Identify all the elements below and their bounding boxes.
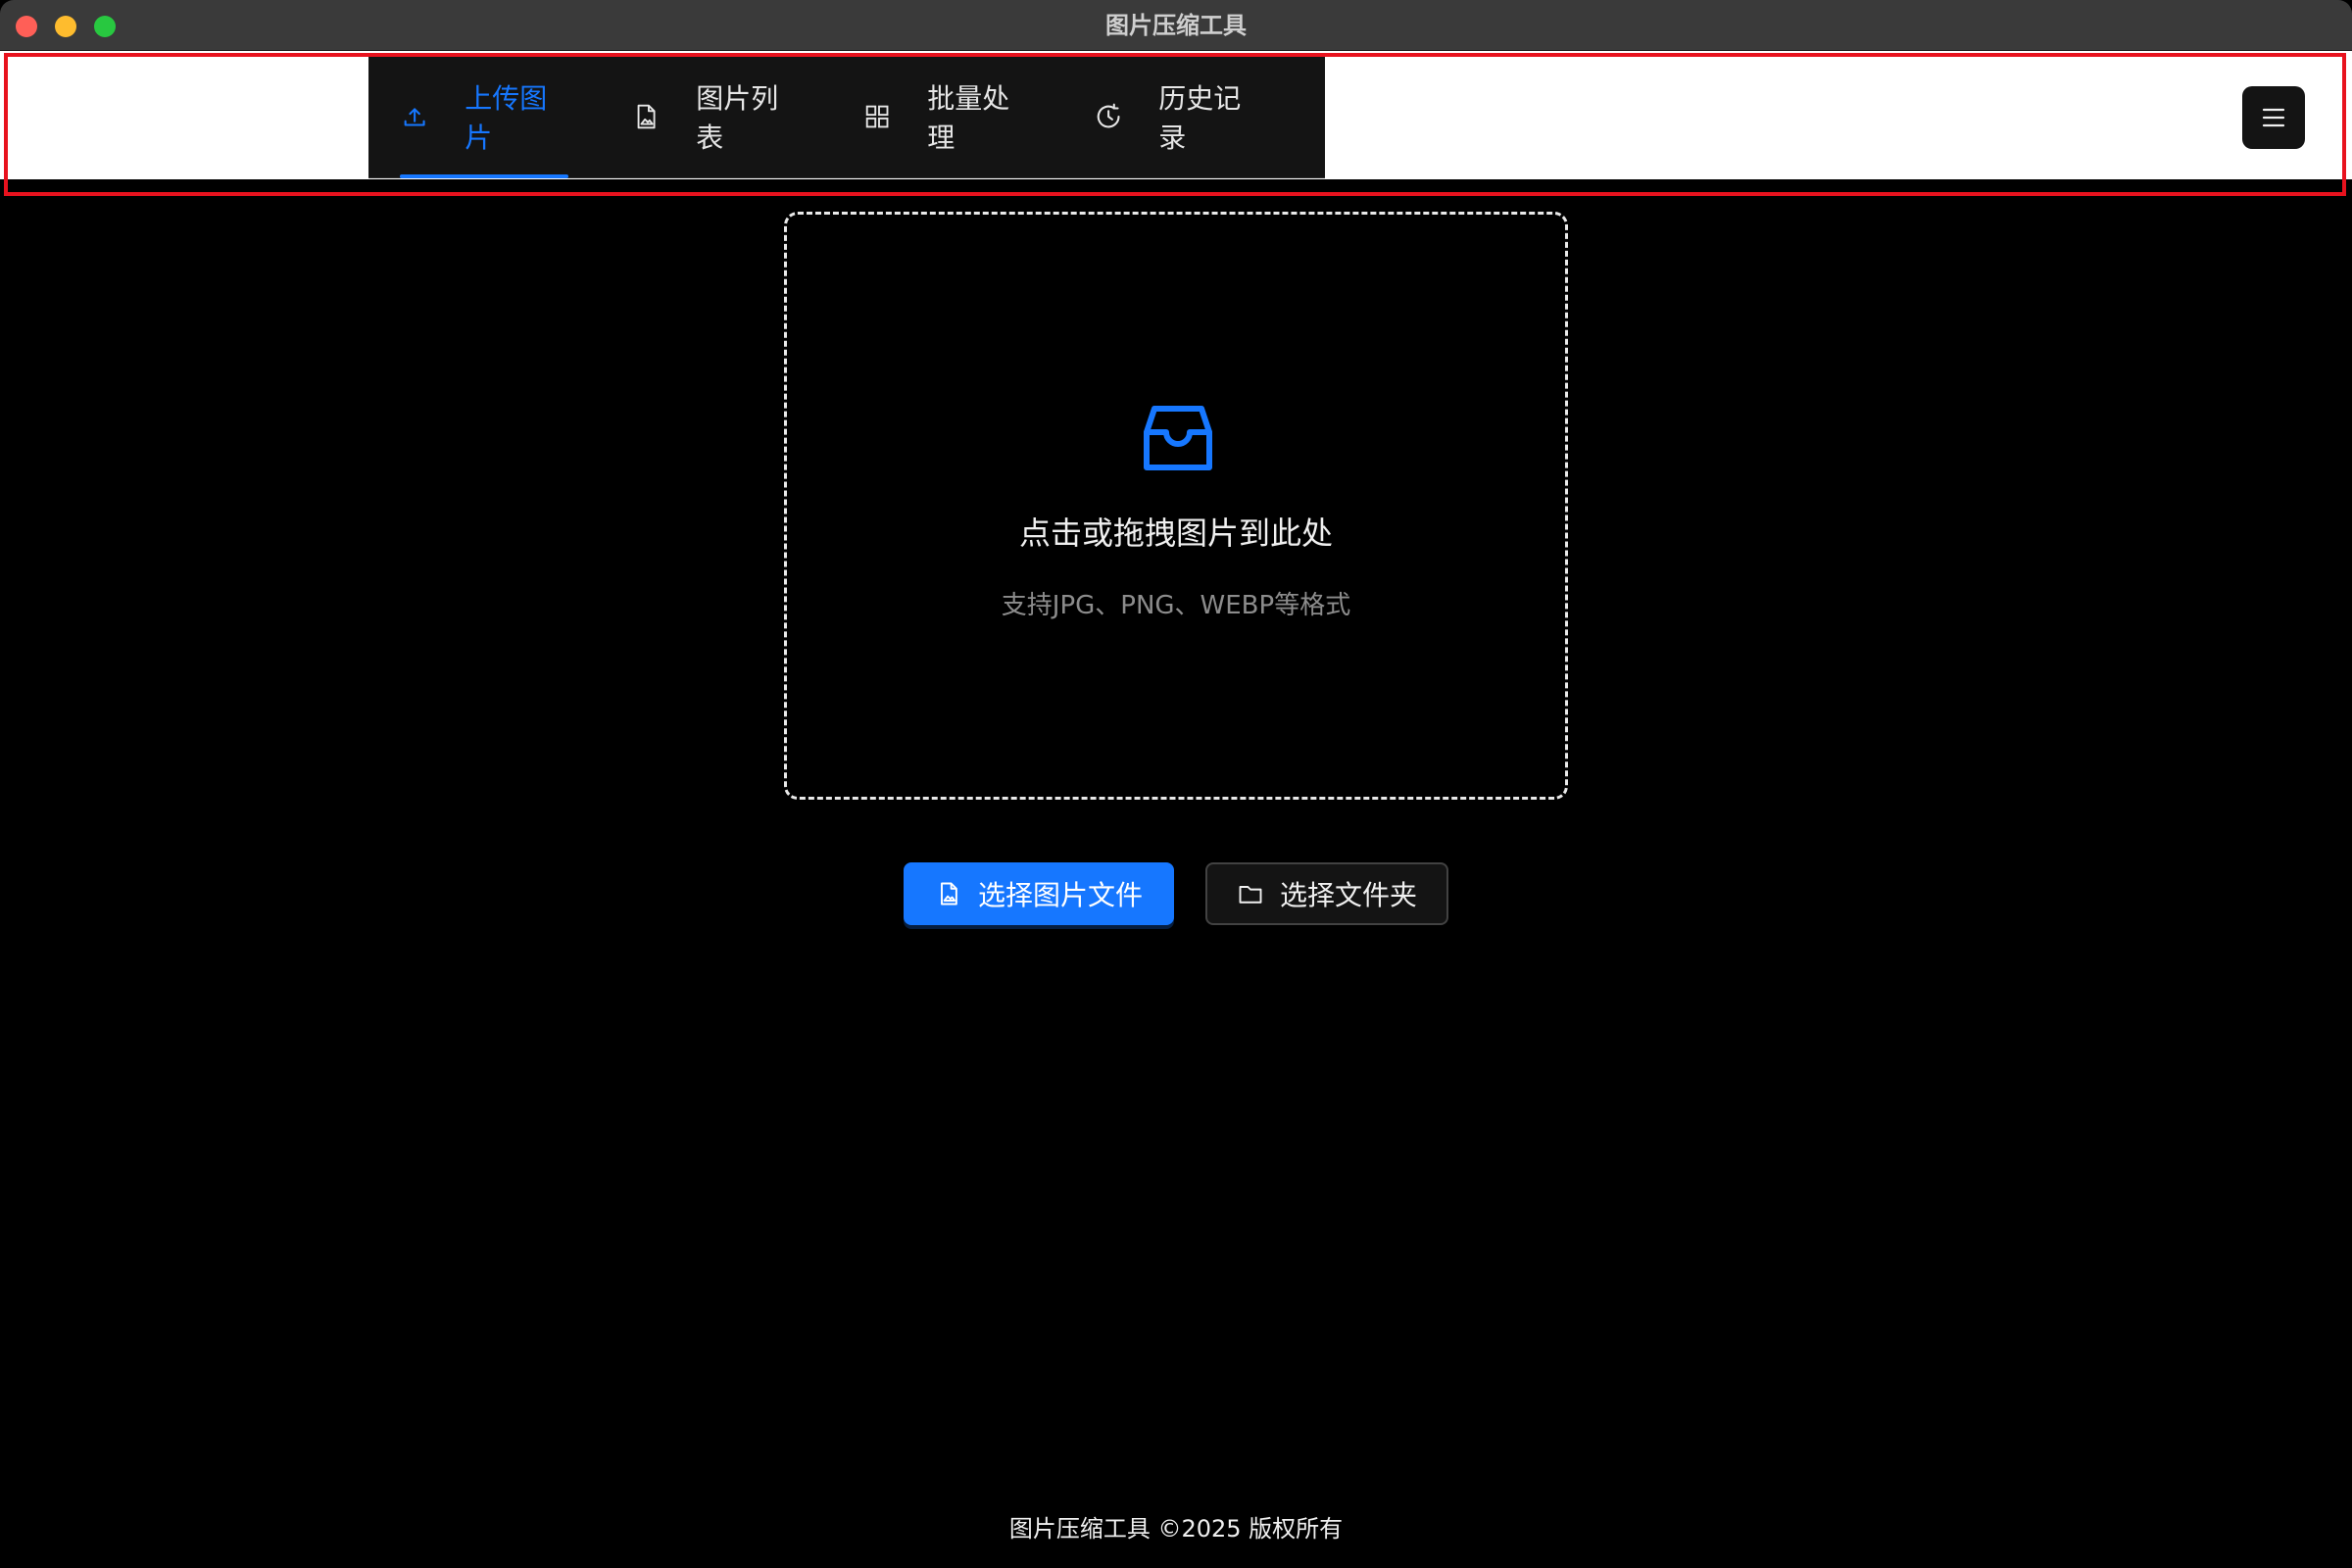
tab-history[interactable]: 历史记录 — [1094, 55, 1262, 177]
tab-label: 图片列表 — [696, 81, 779, 154]
inbox-icon — [1144, 406, 1212, 470]
tab-label: 历史记录 — [1158, 81, 1242, 154]
title-bar: 图片压缩工具 — [0, 0, 2352, 51]
grid-icon — [865, 105, 889, 127]
button-label: 选择文件夹 — [1279, 879, 1417, 911]
tab-label: 批量处理 — [927, 81, 1010, 154]
dropzone-title: 点击或拖拽图片到此处 — [1018, 514, 1333, 552]
upload-dropzone[interactable]: 点击或拖拽图片到此处 支持JPG、PNG、WEBP等格式 — [784, 212, 1568, 800]
tab-batch-processing[interactable]: 批量处理 — [862, 55, 1031, 177]
dropzone-hint: 支持JPG、PNG、WEBP等格式 — [1001, 591, 1351, 620]
select-image-files-button[interactable]: 选择图片文件 — [904, 862, 1174, 925]
tab-label: 上传图片 — [465, 81, 548, 154]
history-icon — [1097, 103, 1120, 127]
window-title: 图片压缩工具 — [1105, 12, 1247, 39]
footer-copyright: 图片压缩工具 ©2025 版权所有 — [1008, 1515, 1344, 1543]
select-folder-button[interactable]: 选择文件夹 — [1205, 862, 1448, 925]
upload-icon — [404, 107, 425, 126]
menu-button[interactable] — [2242, 86, 2305, 149]
tab-upload-images[interactable]: 上传图片 — [400, 55, 568, 178]
image-file-icon — [637, 104, 656, 128]
folder-icon — [1239, 886, 1262, 904]
hamburger-menu-icon — [2262, 108, 2285, 127]
app-window: 图片压缩工具 上传图片 图片列表 批量处理 历史记录 点击或拖拽图片到此处 支持… — [0, 0, 2352, 1568]
image-file-icon — [941, 882, 957, 906]
main-nav: 上传图片 图片列表 批量处理 历史记录 — [368, 55, 1325, 178]
button-label: 选择图片文件 — [977, 879, 1143, 911]
tab-image-list[interactable]: 图片列表 — [631, 55, 800, 177]
